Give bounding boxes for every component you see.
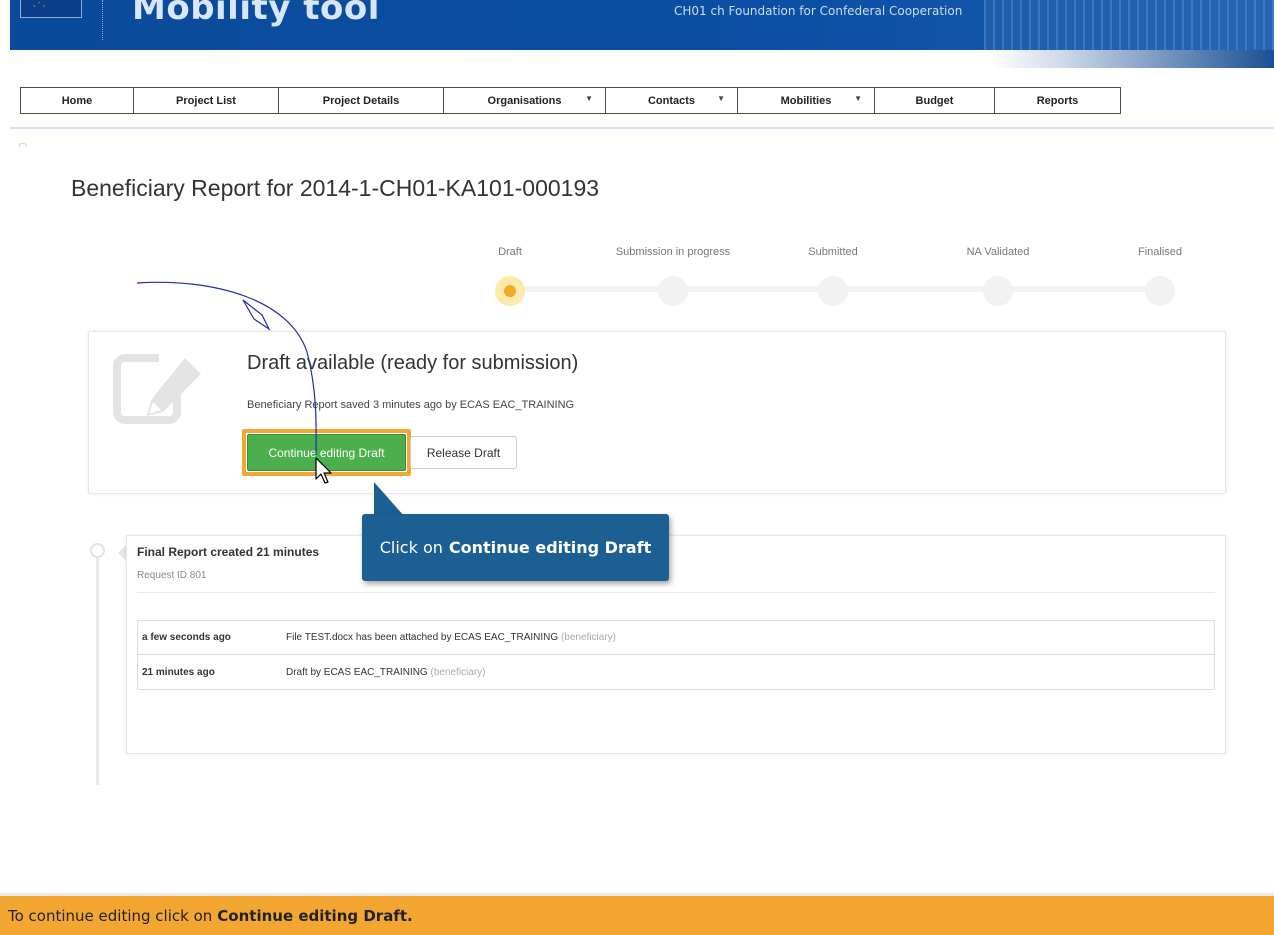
step-dot	[495, 276, 525, 306]
app-title: Mobility tool	[132, 0, 380, 28]
instruction-prefix: To continue editing click on	[8, 906, 213, 925]
instruction-bar: To continue editing click on Continue ed…	[0, 896, 1274, 935]
nav-item-project-list[interactable]: Project List	[134, 88, 279, 113]
callout-prefix: Click on	[379, 538, 443, 557]
instruction-target: Continue editing Draft.	[217, 906, 413, 925]
tutorial-callout: Click on Continue editing Draft	[362, 514, 669, 581]
nav-item-label: Reports	[1036, 94, 1079, 107]
callout-target: Continue editing Draft	[448, 538, 652, 557]
nav-item-reports[interactable]: Reports	[995, 88, 1120, 113]
step-finalised: Finalised	[1100, 246, 1220, 306]
step-submission-in-progress: Submission in progress	[613, 246, 733, 306]
nav-item-label: Project List	[176, 94, 236, 107]
history-table: a few seconds ago File TEST.docx has bee…	[137, 620, 1215, 690]
nav-item-label: Organisations	[487, 94, 562, 107]
step-dot	[1145, 276, 1175, 306]
step-label: Finalised	[1137, 246, 1183, 258]
release-draft-button[interactable]: Release Draft	[410, 436, 517, 469]
request-id: Request ID 801	[137, 570, 207, 581]
draft-saved-info: Beneficiary Report saved 3 minutes ago b…	[247, 399, 575, 411]
draft-panel: Draft available (ready for submission) B…	[88, 331, 1226, 494]
history-pointer	[118, 545, 126, 561]
row-time: 21 minutes ago	[142, 666, 215, 678]
banner-decoration	[984, 0, 1274, 50]
row-description: Draft by ECAS EAC_TRAINING	[286, 666, 428, 678]
banner-separator	[102, 0, 103, 40]
nav-item-label: Project Details	[322, 94, 400, 107]
history-panel: Final Report created 21 minutes Request …	[126, 535, 1226, 754]
history-divider	[137, 592, 1215, 593]
nav-item-project-details[interactable]: Project Details	[279, 88, 444, 113]
step-label: NA Validated	[966, 246, 1030, 258]
draft-title: Draft available (ready for submission)	[247, 352, 579, 374]
nav-item-label: Mobilities	[780, 94, 832, 107]
row-role: (beneficiary)	[430, 666, 486, 678]
nav-item-label: Budget	[915, 94, 954, 107]
timeline-line	[96, 553, 99, 785]
step-dot	[658, 276, 688, 306]
page-title: Beneficiary Report for 2014-1-CH01-KA101…	[71, 175, 600, 201]
step-dot	[983, 276, 1013, 306]
nav-item-contacts[interactable]: Contacts ▼	[606, 88, 738, 113]
main-nav: Home Project List Project Details Organi…	[20, 87, 1121, 114]
edit-icon	[113, 352, 201, 424]
step-na-validated: NA Validated	[938, 246, 1058, 306]
chevron-down-icon: ▼	[854, 94, 862, 103]
chevron-down-icon: ▼	[717, 94, 725, 103]
nav-item-home[interactable]: Home	[21, 88, 134, 113]
step-draft: Draft	[450, 246, 570, 306]
table-row: 21 minutes ago Draft by ECAS EAC_TRAININ…	[138, 655, 1214, 689]
collapse-icon[interactable]: ◠	[18, 140, 28, 153]
chevron-down-icon: ▼	[585, 94, 593, 103]
row-time: a few seconds ago	[142, 632, 231, 643]
step-dot	[818, 276, 848, 306]
row-role: (beneficiary)	[560, 632, 616, 643]
step-label: Submitted	[808, 246, 858, 258]
nav-item-budget[interactable]: Budget	[875, 88, 995, 113]
nav-item-label: Home	[61, 94, 93, 107]
timeline-dot	[90, 543, 105, 558]
nav-item-label: Contacts	[647, 94, 696, 107]
nav-item-organisations[interactable]: Organisations ▼	[444, 88, 606, 113]
step-label: Draft	[498, 246, 522, 258]
step-label: Submission in progress	[615, 246, 731, 258]
banner-strip	[990, 50, 1274, 68]
organisation-name: CH01 ch Foundation for Confederal Cooper…	[674, 4, 963, 18]
status-stepper: Draft Submission in progress Submitted N…	[490, 246, 1190, 306]
row-description: File TEST.docx has been attached by ECAS…	[286, 632, 559, 643]
table-row: a few seconds ago File TEST.docx has bee…	[138, 621, 1214, 655]
history-title: Final Report created 21 minutes	[137, 545, 320, 559]
eu-flag-logo: ·˙·	[20, 0, 82, 18]
annotation-arrowhead	[242, 299, 271, 331]
continue-editing-draft-button[interactable]: Continue editing Draft	[247, 434, 406, 471]
nav-divider	[10, 127, 1274, 129]
step-submitted: Submitted	[773, 246, 893, 306]
app-banner: ·˙· Mobility tool CH01 ch Foundation for…	[10, 0, 1274, 50]
nav-item-mobilities[interactable]: Mobilities ▼	[738, 88, 875, 113]
